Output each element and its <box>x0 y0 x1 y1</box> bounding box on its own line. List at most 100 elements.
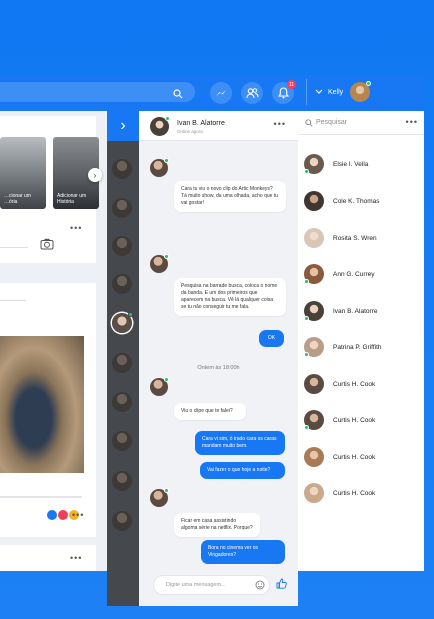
chat-contact-status: Online agora <box>177 129 203 134</box>
story-item[interactable]: …cionar um …ória <box>0 137 46 209</box>
message-incoming: Viu o clipe que te falei? <box>174 403 246 420</box>
post-composer-card: ••• <box>0 219 96 263</box>
date-separator: Ontem às 18:00h <box>197 365 240 371</box>
contact-item[interactable]: Ivan B. Alatorre <box>304 300 377 322</box>
message-outgoing: OK <box>259 330 284 347</box>
message-input[interactable]: Digite uma mensagem... <box>153 575 270 595</box>
like-reaction-icon <box>47 510 57 520</box>
contact-item[interactable]: Cole K. Thomas <box>304 190 379 212</box>
contact-name: Curtis H. Cook <box>333 489 376 497</box>
contacts-search-placeholder: Pesquisar <box>316 119 348 126</box>
recent-chat-avatar[interactable] <box>112 274 132 294</box>
contact-name: Cole K. Thomas <box>333 197 380 205</box>
contact-avatar <box>304 154 324 174</box>
online-indicator <box>304 316 309 321</box>
contact-avatar <box>150 377 169 396</box>
recent-chat-avatar[interactable] <box>112 431 132 451</box>
contact-avatar <box>304 337 324 357</box>
divider <box>0 300 26 301</box>
friends-icon[interactable] <box>241 82 263 104</box>
contact-name: Patrina P. Griffith <box>333 343 382 351</box>
online-indicator <box>304 425 309 430</box>
post-image[interactable] <box>0 336 84 473</box>
search-icon <box>305 119 313 127</box>
contact-item[interactable]: Curtis H. Cook <box>304 373 375 395</box>
message-outgoing: Bora no cinema ver os Vingadores? <box>201 540 285 564</box>
recent-chat-avatar[interactable] <box>112 392 132 412</box>
love-reaction-icon <box>58 510 68 520</box>
recent-chats-rail <box>107 141 139 606</box>
contact-item[interactable]: Ann G. Currey <box>304 263 375 285</box>
story-label: …cionar um …ória <box>4 193 31 205</box>
online-indicator <box>164 254 169 259</box>
online-indicator <box>165 116 170 121</box>
online-indicator <box>304 352 309 357</box>
more-options-icon[interactable]: ••• <box>70 553 82 563</box>
stories-card: …cionar um …ória Adicionar um História › <box>0 116 102 236</box>
contact-avatar <box>304 191 324 211</box>
active-chat-avatar[interactable] <box>112 312 133 333</box>
more-options-icon[interactable]: ••• <box>72 510 84 520</box>
contact-name: Curtis H. Cook <box>333 380 376 388</box>
search-icon[interactable] <box>173 86 183 104</box>
story-label: Adicionar um História <box>57 193 87 205</box>
contact-item[interactable]: Curtis H. Cook <box>304 482 375 504</box>
recent-chat-avatar[interactable] <box>112 471 132 491</box>
chat-contact-name: Ivan B. Alatorre <box>177 120 225 127</box>
contact-item[interactable]: Curtis H. Cook <box>304 446 375 468</box>
contact-avatar <box>304 264 324 284</box>
online-indicator <box>164 377 169 382</box>
more-options-icon[interactable]: ••• <box>406 117 418 127</box>
contact-avatar <box>150 158 169 177</box>
user-menu[interactable]: Kelly <box>306 79 372 105</box>
recent-chat-avatar[interactable] <box>112 198 132 218</box>
contact-avatar <box>150 488 169 507</box>
contact-avatar <box>304 410 324 430</box>
chevron-right-icon[interactable]: › <box>107 111 139 141</box>
thumbs-up-icon[interactable] <box>276 578 287 589</box>
recent-chat-avatar[interactable] <box>112 353 132 373</box>
online-indicator <box>304 169 309 174</box>
chevron-right-icon[interactable]: › <box>88 168 102 182</box>
recent-chat-avatar[interactable] <box>112 236 132 256</box>
notification-badge: 11 <box>287 80 296 89</box>
message-list: Cara tu viu o novo clip do Artic Monkeys… <box>139 141 298 606</box>
more-options-icon[interactable]: ••• <box>70 223 82 233</box>
message-outgoing: Cara vi sim, ó irado cara os caras manda… <box>195 431 285 455</box>
emoji-icon[interactable] <box>255 580 265 590</box>
camera-icon[interactable] <box>40 238 54 250</box>
contact-avatar <box>304 228 324 248</box>
contact-avatar <box>304 483 324 503</box>
online-indicator <box>164 488 169 493</box>
recent-chat-avatar[interactable] <box>112 511 132 531</box>
chat-header: Ivan B. Alatorre Online agora ••• <box>139 111 298 141</box>
search-bar[interactable] <box>0 82 195 102</box>
more-options-icon[interactable]: ••• <box>274 119 286 129</box>
contact-name: Curtis H. Cook <box>333 416 376 424</box>
message-incoming: Pesquisa na barrade busca, coloca o nome… <box>174 278 286 316</box>
contact-name: Elsie I. Vella <box>333 160 369 168</box>
chat-window: › Ivan B. Alatorre Online agora ••• Cara… <box>107 111 298 606</box>
message-outgoing: Vai fazer o que hoje a noite? <box>200 462 285 479</box>
contact-name: Rosita S. Wren <box>333 234 377 242</box>
contact-item[interactable]: Patrina P. Griffith <box>304 336 382 358</box>
contact-avatar <box>150 254 169 273</box>
post-card: ••• <box>0 545 96 571</box>
post-card: ••• <box>0 283 96 537</box>
contact-item[interactable]: Rosita S. Wren <box>304 227 377 249</box>
recent-chat-avatar[interactable] <box>112 159 132 179</box>
contacts-search[interactable]: Pesquisar ••• <box>298 111 424 135</box>
messenger-icon[interactable] <box>210 82 232 104</box>
online-indicator <box>304 279 309 284</box>
contact-name: Curtis H. Cook <box>333 453 376 461</box>
contact-name: Ann G. Currey <box>333 270 375 278</box>
contact-item[interactable]: Curtis H. Cook <box>304 409 375 431</box>
user-name: Kelly <box>328 88 344 96</box>
contact-name: Ivan B. Alatorre <box>333 307 378 315</box>
news-feed: …cionar um …ória Adicionar um História ›… <box>0 111 110 571</box>
contact-item[interactable]: Elsie I. Vella <box>304 153 368 175</box>
divider <box>0 247 28 248</box>
contact-avatar[interactable] <box>150 116 170 136</box>
message-incoming: Ficar em casa assistindo algoma série na… <box>174 513 260 537</box>
user-avatar[interactable] <box>350 81 372 102</box>
